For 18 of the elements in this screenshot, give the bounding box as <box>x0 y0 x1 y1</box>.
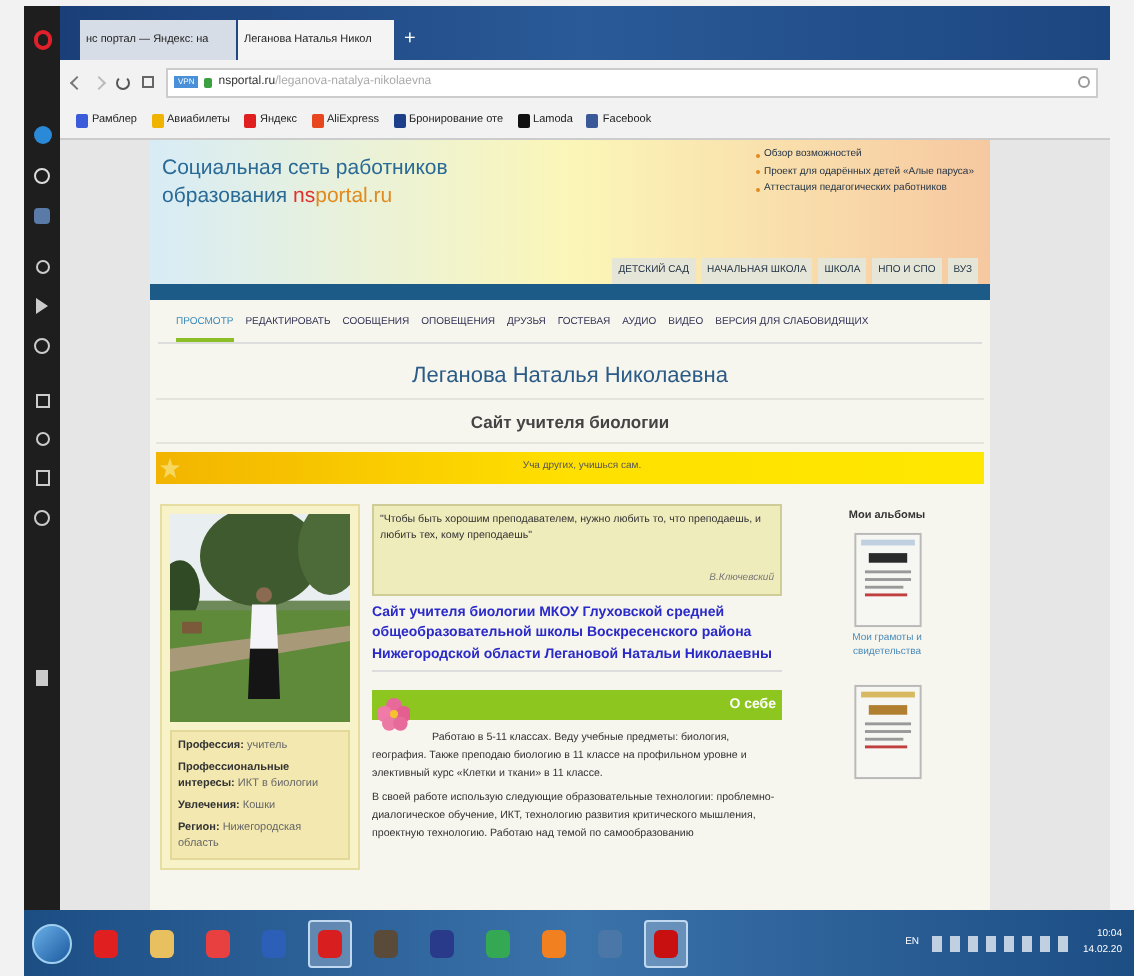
opera-logo-icon[interactable] <box>33 30 51 50</box>
taskbar-app-icon[interactable] <box>644 919 688 967</box>
reload-icon[interactable] <box>116 75 130 89</box>
bullet-icon <box>756 187 761 192</box>
profile-name: Леганова Наталья Николаевна <box>156 359 984 400</box>
send-icon[interactable] <box>36 298 48 314</box>
taskbar-app-icon[interactable] <box>308 919 352 967</box>
lock-icon <box>204 77 213 87</box>
site-subtitle: Сайт учителя биологии <box>156 410 984 444</box>
site-brand[interactable]: образования nsportal.ru <box>162 182 448 210</box>
site-title: Социальная сеть работников <box>162 154 448 182</box>
bullet-icon <box>756 153 761 158</box>
new-tab-button[interactable]: + <box>396 20 424 60</box>
bullet-icon <box>756 170 761 175</box>
flower-icon <box>378 696 410 733</box>
messenger-icon[interactable] <box>33 126 51 144</box>
start-button[interactable] <box>32 923 72 963</box>
star-icon <box>160 457 180 478</box>
